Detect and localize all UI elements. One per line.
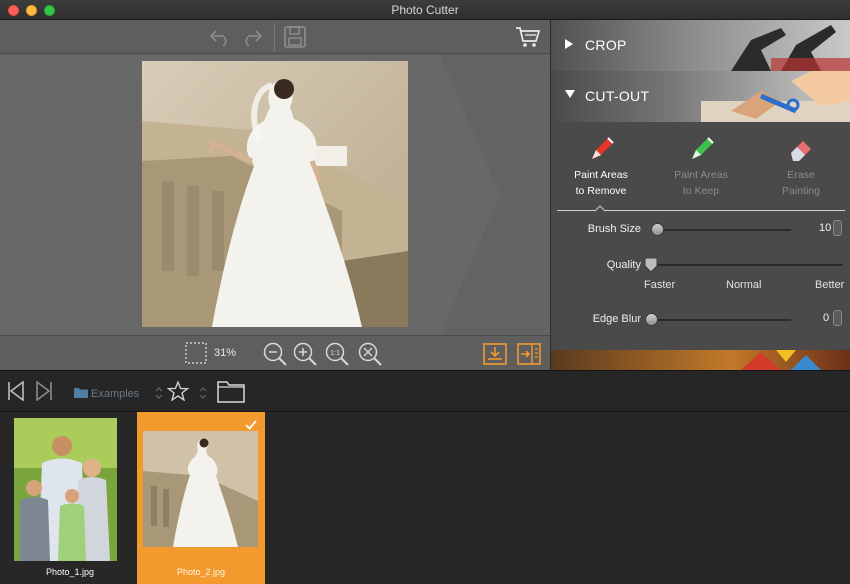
brush-size-track[interactable]: [651, 229, 791, 231]
folder-selector[interactable]: Examples: [91, 388, 139, 400]
quality-slider-knob[interactable]: [644, 257, 658, 273]
zoom-fit-button[interactable]: [357, 341, 383, 367]
thumbnail-photo-1[interactable]: Photo_1.jpg: [6, 412, 134, 584]
erase-painting-tool[interactable]: Erase Painting: [751, 123, 850, 199]
zoom-in-button[interactable]: [292, 341, 318, 367]
quality-mark-faster: Faster: [644, 279, 676, 291]
cart-icon: [516, 27, 541, 47]
paint-keep-tool[interactable]: Paint Areas to Keep: [651, 123, 751, 199]
save-button[interactable]: [281, 24, 309, 50]
export-icon: [482, 342, 507, 365]
folder-small-icon: [74, 388, 88, 398]
cutout-label: CUT-OUT: [585, 88, 650, 104]
share-button[interactable]: [516, 342, 541, 365]
quality-track[interactable]: [651, 264, 843, 266]
move-to-icon: [516, 342, 541, 365]
tool-selection-notch: [595, 205, 605, 212]
thumbnail-image-1: [14, 418, 117, 561]
edge-blur-label: Edge Blur: [592, 313, 641, 325]
quality-mark-better: Better: [815, 279, 845, 291]
red-marker-icon: [592, 137, 614, 159]
cutout-tools: Paint Areas to Remove Paint Areas to Kee…: [551, 123, 850, 213]
brush-size-label: Brush Size: [587, 223, 641, 235]
redo-icon: [245, 30, 263, 47]
brush-size-stepper[interactable]: [833, 220, 842, 236]
collapse-arrow-icon: [565, 90, 575, 98]
next-section-header[interactable]: [551, 350, 850, 370]
cart-button[interactable]: [513, 24, 543, 50]
cutout-section-header[interactable]: CUT-OUT: [551, 71, 850, 122]
edited-photo: [142, 61, 408, 327]
undo-icon: [209, 30, 227, 47]
expand-arrow-icon: [565, 39, 573, 49]
zoom-in-icon: [293, 342, 317, 366]
open-folder-icon[interactable]: [217, 380, 245, 403]
paint-keep-line1: Paint Areas: [674, 169, 728, 181]
zoom-actual-size-button[interactable]: 1:1: [324, 341, 350, 367]
favorites-star-icon[interactable]: [167, 381, 189, 401]
thumbnail-image-2: [143, 431, 258, 547]
skip-first-icon: [8, 381, 24, 401]
thumbnail-name-1: Photo_1.jpg: [45, 567, 95, 577]
folder-updown-icon[interactable]: [155, 386, 163, 400]
brush-size-value: 10: [819, 222, 832, 234]
right-panel: CROP CUT-OUT Paint Areas to Remove Paint…: [550, 20, 850, 370]
crop-label: CROP: [585, 37, 627, 53]
next-section-artwork: [741, 350, 821, 370]
canvas-background-shape: [440, 55, 550, 335]
edge-blur-value: 0: [823, 312, 830, 324]
work-area: 31% 1:1: [0, 20, 550, 370]
crop-header-artwork: [731, 25, 850, 71]
save-icon: [284, 26, 306, 48]
thumbnail-photo-2[interactable]: Photo_2.jpg: [137, 412, 265, 584]
image-canvas[interactable]: [0, 55, 550, 335]
svg-text:1:1: 1:1: [330, 350, 340, 357]
export-button[interactable]: [482, 342, 507, 365]
eraser-icon: [791, 141, 811, 161]
zoom-actual-icon: 1:1: [325, 342, 349, 366]
thumbnail-name-2: Photo_2.jpg: [176, 567, 226, 577]
skip-last-icon: [36, 381, 52, 401]
quality-mark-normal: Normal: [726, 279, 762, 291]
zoom-level: 31%: [214, 347, 237, 359]
first-photo-button[interactable]: [6, 380, 26, 402]
crop-section-header[interactable]: CROP: [551, 20, 850, 71]
paint-remove-line2: to Remove: [575, 185, 627, 197]
edge-blur-slider-knob[interactable]: [645, 313, 658, 326]
cutout-header-artwork: [701, 71, 850, 122]
toolbar-divider: [274, 23, 275, 51]
window-title: Photo Cutter: [391, 3, 459, 17]
erase-painting-line1: Erase: [787, 169, 815, 181]
selected-check-icon: [245, 420, 257, 430]
zoom-out-button[interactable]: [262, 341, 288, 367]
zoom-fit-icon: [358, 342, 382, 366]
top-toolbar: [0, 20, 550, 54]
undo-button[interactable]: [206, 25, 234, 49]
browser-bar: Examples: [0, 370, 850, 412]
zoom-toolbar: 31% 1:1: [0, 335, 550, 370]
thumbnail-strip: Photo_1.jpg Photo_2.jpg: [0, 412, 850, 584]
zoom-out-icon: [263, 342, 287, 366]
paint-keep-line2: to Keep: [682, 185, 720, 197]
redo-button[interactable]: [238, 25, 266, 49]
green-marker-icon: [692, 137, 714, 159]
title-bar: Photo Cutter: [0, 0, 850, 20]
last-photo-button[interactable]: [34, 380, 54, 402]
erase-painting-line2: Painting: [782, 185, 820, 197]
paint-remove-tool[interactable]: Paint Areas to Remove: [551, 123, 651, 199]
edge-blur-stepper[interactable]: [833, 310, 842, 326]
paint-remove-line1: Paint Areas: [574, 169, 628, 181]
frame-icon: [185, 342, 207, 364]
brush-size-slider-knob[interactable]: [651, 223, 664, 236]
quality-label: Quality: [606, 259, 641, 271]
fit-frame-button[interactable]: [184, 341, 208, 365]
favorites-updown-icon[interactable]: [199, 386, 207, 400]
edge-blur-track[interactable]: [651, 319, 791, 321]
